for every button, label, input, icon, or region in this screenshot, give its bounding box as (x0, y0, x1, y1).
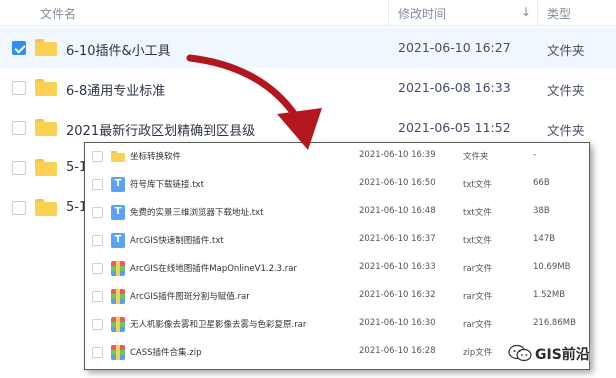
popup-file-type: 文件夹 (463, 152, 489, 162)
popup-file-name[interactable]: CASS插件合集.zip (130, 346, 201, 358)
row-checkbox[interactable] (92, 291, 103, 302)
popup-file-row[interactable]: 无人机影像去雾和卫星影像去雾与色彩复原.rar 2021-06-10 16:30… (85, 311, 589, 339)
popup-file-type: zip文件 (463, 348, 493, 358)
popup-file-type: rar文件 (463, 292, 493, 302)
popup-file-type: rar文件 (463, 320, 493, 330)
folder-icon (111, 151, 125, 162)
row-checkbox[interactable] (12, 121, 26, 135)
folder-icon (35, 119, 57, 136)
popup-file-row[interactable]: ArcGIS插件图斑分割与赋值.rar 2021-06-10 16:32 rar… (85, 283, 589, 311)
zip-file-icon (111, 345, 125, 360)
txt-file-icon (111, 233, 125, 248)
row-checkbox[interactable] (12, 41, 26, 55)
popup-file-row[interactable]: 坐标转换软件 2021-06-10 16:39 文件夹 - (85, 143, 589, 171)
popup-file-name[interactable]: 无人机影像去雾和卫星影像去雾与色彩复原.rar (130, 318, 306, 330)
folder-icon (35, 79, 57, 96)
popup-file-row[interactable]: ArcGIS在线地图插件MapOnlineV1.2.3.rar 2021-06-… (85, 255, 589, 283)
rar-file-icon (111, 317, 125, 332)
popup-file-time: 2021-06-10 16:37 (359, 234, 436, 244)
popup-file-name[interactable]: 免费的实景三维浏览器下载地址.txt (130, 206, 263, 218)
column-divider (388, 0, 389, 26)
popup-file-size: - (533, 150, 537, 160)
file-time: 2021-06-08 16:33 (398, 80, 511, 95)
file-type: 文件夹 (547, 43, 585, 58)
arrow-down-icon[interactable]: ↓ (521, 5, 531, 19)
popup-file-time: 2021-06-10 16:50 (359, 178, 436, 188)
popup-file-time: 2021-06-10 16:28 (359, 346, 436, 356)
file-type: 文件夹 (547, 123, 585, 138)
row-checkbox[interactable] (92, 207, 103, 218)
row-checkbox[interactable] (92, 179, 103, 190)
folder-icon (35, 199, 57, 216)
popup-file-name[interactable]: ArcGIS在线地图插件MapOnlineV1.2.3.rar (130, 262, 297, 274)
folder-icon (35, 159, 57, 176)
popup-file-type: txt文件 (463, 208, 492, 218)
file-row[interactable]: 6-8通用专业标准 2021-06-08 16:33 文件夹 (0, 68, 616, 108)
popup-file-size: 66B (533, 178, 550, 188)
popup-file-row[interactable]: 符号库下载链接.txt 2021-06-10 16:50 txt文件 66B (85, 171, 589, 199)
popup-file-name[interactable]: ArcGIS快速制图插件.txt (130, 234, 224, 246)
column-name-header[interactable]: 文件名 (40, 5, 76, 22)
row-checkbox[interactable] (12, 161, 26, 175)
wechat-icon (508, 344, 532, 362)
file-list-header: 文件名 修改时间 ↓ 类型 (0, 0, 616, 26)
row-checkbox[interactable] (12, 201, 26, 215)
row-checkbox[interactable] (12, 81, 26, 95)
file-type: 文件夹 (547, 83, 585, 98)
popup-file-time: 2021-06-10 16:33 (359, 262, 436, 272)
column-time-header[interactable]: 修改时间 (398, 5, 446, 22)
popup-file-time: 2021-06-10 16:30 (359, 318, 436, 328)
popup-file-size: 10.69MB (533, 262, 571, 272)
popup-file-type: txt文件 (463, 180, 492, 190)
txt-file-icon (111, 205, 125, 220)
file-name[interactable]: 6-8通用专业标准 (66, 80, 165, 99)
txt-file-icon (111, 177, 125, 192)
popup-file-name[interactable]: 坐标转换软件 (130, 150, 181, 162)
popup-file-type: txt文件 (463, 236, 492, 246)
column-type-header[interactable]: 类型 (547, 5, 571, 22)
rar-file-icon (111, 289, 125, 304)
popup-file-name[interactable]: 符号库下载链接.txt (130, 178, 204, 190)
popup-file-type: rar文件 (463, 264, 493, 274)
folder-contents-popup: 坐标转换软件 2021-06-10 16:39 文件夹 - 符号库下载链接.tx… (84, 142, 590, 370)
file-name[interactable]: 2021最新行政区划精确到区县级 (66, 120, 255, 139)
popup-file-time: 2021-06-10 16:48 (359, 206, 436, 216)
file-time: 2021-06-05 11:52 (398, 120, 511, 135)
popup-file-size: 38B (533, 206, 550, 216)
file-row[interactable]: 6-10插件&小工具 2021-06-10 16:27 文件夹 (0, 28, 616, 68)
row-checkbox[interactable] (92, 347, 103, 358)
popup-file-time: 2021-06-10 16:32 (359, 290, 436, 300)
popup-file-row[interactable]: ArcGIS快速制图插件.txt 2021-06-10 16:37 txt文件 … (85, 227, 589, 255)
popup-file-name[interactable]: ArcGIS插件图斑分割与赋值.rar (130, 290, 250, 302)
folder-icon (35, 39, 57, 56)
column-divider (537, 0, 538, 26)
watermark-text: GIS前沿 (535, 347, 590, 363)
row-checkbox[interactable] (92, 235, 103, 246)
popup-file-size: 147B (533, 234, 556, 244)
rar-file-icon (111, 261, 125, 276)
popup-file-size: 216.86MB (533, 318, 576, 328)
row-checkbox[interactable] (92, 263, 103, 274)
row-checkbox[interactable] (92, 151, 103, 162)
file-time: 2021-06-10 16:27 (398, 40, 511, 55)
popup-file-size: 1.52MB (533, 290, 566, 300)
popup-file-time: 2021-06-10 16:39 (359, 150, 436, 160)
file-name[interactable]: 6-10插件&小工具 (66, 40, 171, 59)
popup-file-row[interactable]: 免费的实景三维浏览器下载地址.txt 2021-06-10 16:48 txt文… (85, 199, 589, 227)
row-checkbox[interactable] (92, 319, 103, 330)
